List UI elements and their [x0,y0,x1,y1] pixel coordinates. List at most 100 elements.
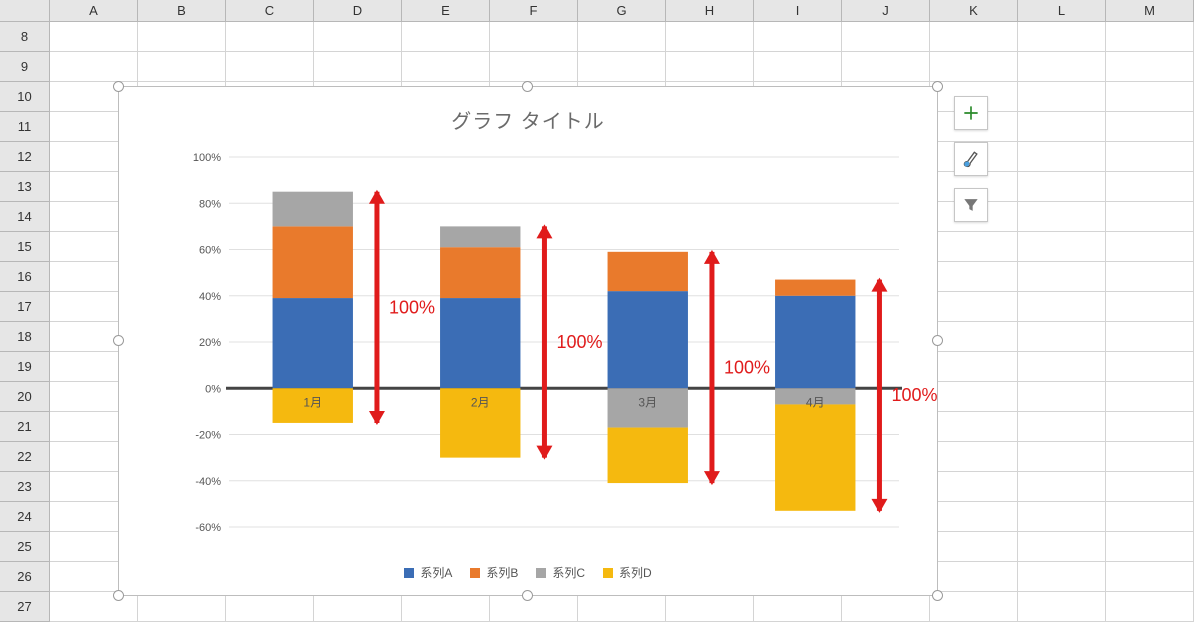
cell[interactable] [930,232,1018,262]
cell[interactable] [402,22,490,52]
cell[interactable] [842,592,930,622]
cell[interactable] [666,592,754,622]
row-header[interactable]: 24 [0,502,50,532]
cell[interactable] [666,22,754,52]
row-header[interactable]: 15 [0,232,50,262]
row-header[interactable]: 19 [0,352,50,382]
column-header[interactable]: D [314,0,402,22]
cell[interactable] [226,52,314,82]
cell[interactable] [1018,502,1106,532]
cell[interactable] [50,22,138,52]
cell[interactable] [666,52,754,82]
row-header[interactable]: 14 [0,202,50,232]
cell[interactable] [1018,22,1106,52]
cell[interactable] [1018,292,1106,322]
column-header[interactable]: F [490,0,578,22]
column-header[interactable]: M [1106,0,1194,22]
row-header[interactable]: 21 [0,412,50,442]
chart-plot-area[interactable]: -60%-40%-20%0%20%40%60%80%100%1月100%2月10… [189,147,909,547]
cell[interactable] [50,52,138,82]
cell[interactable] [1018,592,1106,622]
cell[interactable] [578,22,666,52]
legend-entry[interactable]: 系列A [404,564,452,581]
cell[interactable] [1018,52,1106,82]
bar-segment[interactable] [608,428,688,484]
cell[interactable] [754,592,842,622]
column-header[interactable]: H [666,0,754,22]
row-header[interactable]: 10 [0,82,50,112]
row-header[interactable]: 16 [0,262,50,292]
cell[interactable] [1106,352,1194,382]
cell[interactable] [842,22,930,52]
embedded-chart[interactable]: グラフ タイトル -60%-40%-20%0%20%40%60%80%100%1… [118,86,938,596]
row-header[interactable]: 17 [0,292,50,322]
cell[interactable] [1106,382,1194,412]
cell[interactable] [930,592,1018,622]
cell[interactable] [138,592,226,622]
row-header[interactable]: 8 [0,22,50,52]
cell[interactable] [930,352,1018,382]
cell[interactable] [1106,172,1194,202]
cell[interactable] [314,52,402,82]
cell[interactable] [930,442,1018,472]
cell[interactable] [1106,232,1194,262]
cell[interactable] [226,592,314,622]
cell[interactable] [1106,82,1194,112]
cell[interactable] [1018,562,1106,592]
cell[interactable] [1018,382,1106,412]
cell[interactable] [578,52,666,82]
bar-segment[interactable] [273,192,353,227]
cell[interactable] [1106,442,1194,472]
row-header[interactable]: 26 [0,562,50,592]
resize-handle[interactable] [932,590,943,601]
resize-handle[interactable] [932,81,943,92]
resize-handle[interactable] [113,590,124,601]
bar-segment[interactable] [440,247,520,298]
legend-entry[interactable]: 系列C [536,564,585,581]
cell[interactable] [314,592,402,622]
chart-elements-button[interactable] [954,96,988,130]
column-header[interactable]: C [226,0,314,22]
cell[interactable] [1018,442,1106,472]
cell[interactable] [402,592,490,622]
cell[interactable] [1018,142,1106,172]
row-header[interactable]: 27 [0,592,50,622]
row-header[interactable]: 20 [0,382,50,412]
cell[interactable] [1018,232,1106,262]
cell[interactable] [930,262,1018,292]
cell[interactable] [1018,472,1106,502]
cell[interactable] [930,532,1018,562]
cell[interactable] [1018,262,1106,292]
cell[interactable] [1106,262,1194,292]
cell[interactable] [1106,472,1194,502]
row-header[interactable]: 23 [0,472,50,502]
resize-handle[interactable] [522,81,533,92]
legend-entry[interactable]: 系列D [603,564,652,581]
cell[interactable] [1106,52,1194,82]
cell[interactable] [930,412,1018,442]
legend-entry[interactable]: 系列B [470,564,518,581]
cell[interactable] [1106,142,1194,172]
row-header[interactable]: 9 [0,52,50,82]
cell[interactable] [1106,502,1194,532]
cell[interactable] [1106,292,1194,322]
column-header[interactable]: E [402,0,490,22]
bar-segment[interactable] [440,226,520,247]
cell[interactable] [930,322,1018,352]
cell[interactable] [1106,202,1194,232]
column-header[interactable]: G [578,0,666,22]
column-header[interactable]: K [930,0,1018,22]
column-header[interactable]: L [1018,0,1106,22]
chart-legend[interactable]: 系列A 系列B 系列C 系列D [119,564,937,581]
cell[interactable] [1106,22,1194,52]
cell[interactable] [1018,322,1106,352]
row-header[interactable]: 13 [0,172,50,202]
row-header[interactable]: 18 [0,322,50,352]
cell[interactable] [930,292,1018,322]
column-header[interactable]: B [138,0,226,22]
cell[interactable] [402,52,490,82]
resize-handle[interactable] [932,335,943,346]
chart-styles-button[interactable] [954,142,988,176]
chart-title[interactable]: グラフ タイトル [119,105,937,134]
bar-segment[interactable] [440,298,520,388]
